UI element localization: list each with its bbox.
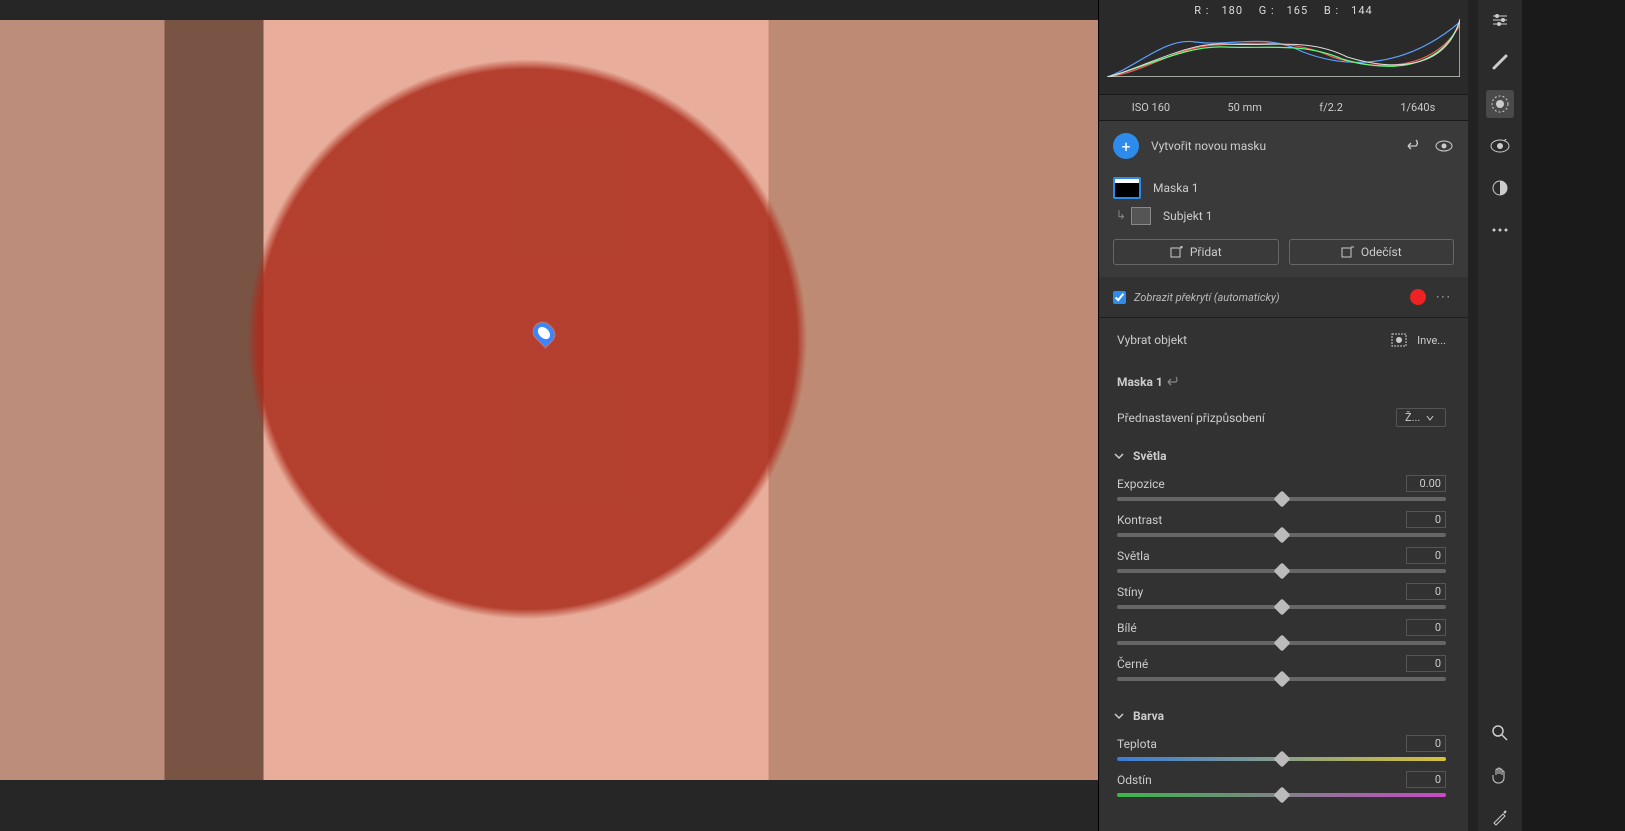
histogram-graph: [1107, 17, 1460, 77]
exposure-value[interactable]: 0.00: [1406, 475, 1446, 492]
contrast-slider[interactable]: Kontrast 0: [1117, 511, 1446, 537]
reset-mask-icon[interactable]: [1163, 372, 1183, 392]
highlights-slider[interactable]: Světla 0: [1117, 547, 1446, 573]
add-icon: [1170, 246, 1184, 258]
create-mask-button[interactable]: +: [1113, 133, 1139, 159]
mask-item[interactable]: Maska 1: [1113, 173, 1454, 203]
redeye-icon[interactable]: [1486, 132, 1514, 160]
b-value: 144: [1351, 4, 1373, 17]
contrast-label: Kontrast: [1117, 513, 1162, 527]
focal-value: 50 mm: [1227, 101, 1261, 114]
subject-name: Subjekt 1: [1163, 209, 1212, 223]
temperature-label: Teplota: [1117, 737, 1157, 751]
light-section-header[interactable]: Světla: [1099, 441, 1464, 471]
blacks-value[interactable]: 0: [1406, 655, 1446, 672]
subtract-icon: [1341, 246, 1355, 258]
chevron-down-icon: [1113, 450, 1125, 462]
color-section-title: Barva: [1133, 709, 1164, 723]
iso-value: ISO 160: [1132, 101, 1170, 114]
tint-value[interactable]: 0: [1406, 771, 1446, 788]
tint-label: Odstín: [1117, 773, 1152, 787]
mask-overlay: [0, 20, 1098, 780]
subtract-from-mask-button[interactable]: Odečíst: [1289, 239, 1455, 265]
preset-value: Ž...: [1405, 411, 1420, 424]
shadows-label: Stíny: [1117, 585, 1143, 599]
mask-thumbnail: [1113, 177, 1141, 199]
highlights-value[interactable]: 0: [1406, 547, 1446, 564]
light-section-title: Světla: [1133, 449, 1167, 463]
whites-value[interactable]: 0: [1406, 619, 1446, 636]
chevron-down-icon: [1426, 414, 1434, 422]
exposure-slider[interactable]: Expozice 0.00: [1117, 475, 1446, 501]
subject-thumbnail: [1131, 207, 1151, 225]
chevron-down-icon: [1113, 710, 1125, 722]
show-overlay-checkbox[interactable]: [1113, 291, 1126, 304]
mask-component-item[interactable]: Subjekt 1: [1113, 203, 1454, 229]
r-value: 180: [1221, 4, 1243, 17]
more-icon[interactable]: [1486, 216, 1514, 244]
g-value: 165: [1287, 4, 1309, 17]
whites-slider[interactable]: Bílé 0: [1117, 619, 1446, 645]
blacks-slider[interactable]: Černé 0: [1117, 655, 1446, 681]
show-overlay-label: Zobrazit překrytí (automaticky): [1134, 291, 1280, 304]
toggle-visibility-icon[interactable]: [1434, 136, 1454, 156]
shutter-value: 1/640s: [1400, 101, 1435, 114]
hand-icon[interactable]: [1486, 761, 1514, 789]
r-label: R :: [1194, 4, 1209, 17]
shadows-slider[interactable]: Stíny 0: [1117, 583, 1446, 609]
temperature-slider[interactable]: Teplota 0: [1117, 735, 1446, 761]
add-btn-label: Přidat: [1190, 245, 1222, 259]
color-sampler-icon[interactable]: [1486, 803, 1514, 831]
overlay-options-icon[interactable]: ···: [1434, 287, 1454, 307]
canvas-area[interactable]: [0, 0, 1098, 831]
preset-label: Přednastavení přizpůsobení: [1117, 411, 1265, 425]
whites-label: Bílé: [1117, 621, 1137, 635]
mask-name: Maska 1: [1153, 181, 1199, 195]
right-toolstrip: [1478, 0, 1522, 831]
adjust-icon[interactable]: [1486, 6, 1514, 34]
select-object-label: Vybrat objekt: [1117, 333, 1187, 347]
aperture-value: f/2.2: [1319, 101, 1343, 114]
blacks-label: Černé: [1117, 657, 1148, 671]
shadows-value[interactable]: 0: [1406, 583, 1446, 600]
rgb-readout: R : 180 G : 165 B : 144: [1107, 4, 1460, 17]
mask-settings-title: Maska 1: [1117, 375, 1163, 389]
panel-scrollbar[interactable]: [1468, 0, 1478, 831]
tint-slider[interactable]: Odstín 0: [1117, 771, 1446, 797]
preset-dropdown[interactable]: Ž...: [1396, 408, 1446, 427]
g-label: G :: [1259, 4, 1275, 17]
select-object-icon[interactable]: [1389, 330, 1409, 350]
contrast-value[interactable]: 0: [1406, 511, 1446, 528]
subtract-btn-label: Odečíst: [1361, 245, 1402, 259]
color-section-header[interactable]: Barva: [1099, 701, 1464, 731]
adjustments-panel: R : 180 G : 165 B : 144 ISO 160 50 mm f/2.2…: [1098, 0, 1468, 831]
create-mask-label: Vytvořit novou masku: [1151, 139, 1266, 153]
add-to-mask-button[interactable]: Přidat: [1113, 239, 1279, 265]
zoom-icon[interactable]: [1486, 719, 1514, 747]
overlay-color-swatch[interactable]: [1410, 289, 1426, 305]
masking-icon[interactable]: [1486, 90, 1514, 118]
photo-preview[interactable]: [0, 20, 1098, 780]
histogram[interactable]: R : 180 G : 165 B : 144: [1099, 0, 1468, 94]
gradient-icon[interactable]: [1486, 174, 1514, 202]
temperature-value[interactable]: 0: [1406, 735, 1446, 752]
undo-mask-icon[interactable]: [1402, 136, 1422, 156]
healing-brush-icon[interactable]: [1486, 48, 1514, 76]
invert-label[interactable]: Inve...: [1417, 334, 1446, 347]
exposure-label: Expozice: [1117, 477, 1165, 491]
photo-metadata-row: ISO 160 50 mm f/2.2 1/640s: [1099, 94, 1468, 121]
highlights-label: Světla: [1117, 549, 1150, 563]
b-label: B :: [1324, 4, 1339, 17]
